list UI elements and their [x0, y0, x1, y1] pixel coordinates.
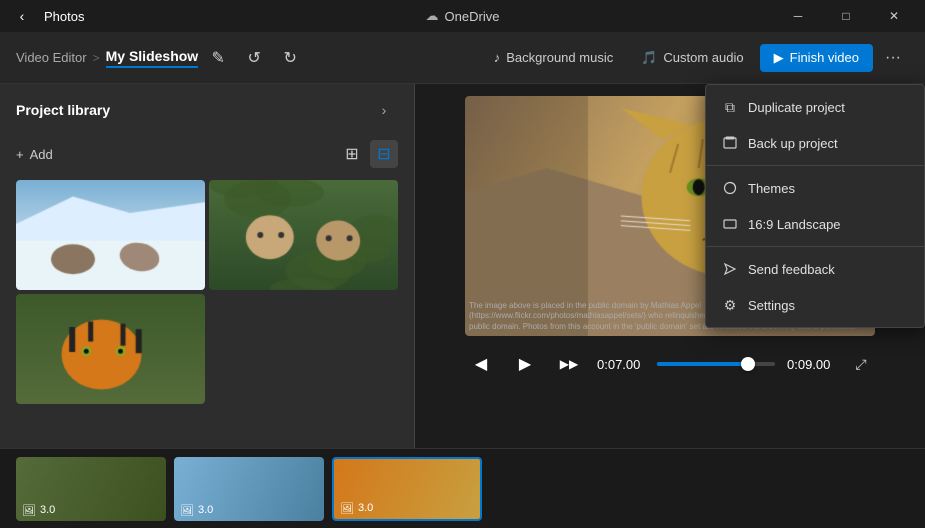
media-thumbnail[interactable]	[209, 180, 398, 290]
library-toolbar: + Add ⊞ ⊟	[0, 136, 414, 176]
rewind-button[interactable]: ◀	[465, 348, 497, 380]
menu-item-label: Duplicate project	[748, 100, 845, 115]
library-title: Project library	[16, 102, 110, 118]
finish-video-label: Finish video	[790, 50, 859, 65]
progress-fill	[657, 362, 748, 366]
clip-duration: 🖼 3.0	[22, 504, 55, 517]
large-grid-button[interactable]: ⊞	[338, 140, 366, 168]
clip-icon: 🖼	[340, 502, 354, 515]
breadcrumb-separator: >	[93, 51, 100, 65]
menu-item-settings[interactable]: ⚙ Settings	[706, 287, 924, 323]
edit-title-button[interactable]: ✎	[202, 42, 234, 74]
onedrive-label: OneDrive	[445, 9, 500, 24]
video-controls: ◀ ▶ ▶▶ 0:07.00 0:09.00 ⤢	[465, 348, 875, 380]
backup-icon	[722, 135, 738, 151]
onedrive-icon: ☁	[426, 8, 439, 24]
redo-button[interactable]: ↻	[274, 42, 306, 74]
menu-divider	[706, 246, 924, 247]
menu-divider	[706, 165, 924, 166]
settings-icon: ⚙	[722, 297, 738, 313]
breadcrumb-current: My Slideshow	[106, 48, 199, 68]
toolbar-right: ♪ Background music 🎵 Custom audio ▶ Fini…	[482, 42, 909, 74]
title-bar-controls: ─ □ ✕	[775, 0, 917, 32]
timeline-clip[interactable]: 🖼 3.0	[332, 457, 482, 521]
more-options-button[interactable]: ···	[877, 42, 909, 74]
menu-item-duplicate[interactable]: ⧉ Duplicate project	[706, 89, 924, 125]
music-icon: ♪	[494, 50, 501, 65]
minimize-button[interactable]: ─	[775, 0, 821, 32]
progress-bar[interactable]	[657, 362, 775, 366]
library-grid	[0, 176, 414, 408]
timeline: 🖼 3.0 🖼 3.0 🖼 3.0	[0, 448, 925, 528]
current-time: 0:07.00	[597, 357, 645, 372]
audio-icon: 🎵	[641, 50, 657, 66]
title-bar-left: ‹ Photos	[8, 2, 84, 30]
duplicate-icon: ⧉	[722, 99, 738, 115]
view-toggle: ⊞ ⊟	[338, 140, 398, 168]
breadcrumb-parent[interactable]: Video Editor	[16, 50, 87, 65]
library-header: Project library ›	[0, 84, 414, 136]
add-media-button[interactable]: + Add	[16, 147, 53, 162]
collapse-panel-button[interactable]: ›	[370, 96, 398, 124]
add-icon: +	[16, 147, 24, 162]
menu-item-themes[interactable]: Themes	[706, 170, 924, 206]
fullscreen-button[interactable]: ⤢	[847, 350, 875, 378]
media-thumbnail[interactable]	[16, 180, 205, 290]
library-panel: Project library › + Add ⊞ ⊟	[0, 84, 415, 448]
play-button[interactable]: ▶	[509, 348, 541, 380]
landscape-icon	[722, 216, 738, 232]
clip-duration: 🖼 3.0	[340, 502, 373, 515]
close-button[interactable]: ✕	[871, 0, 917, 32]
custom-audio-label: Custom audio	[663, 50, 743, 65]
back-button[interactable]: ‹	[8, 2, 36, 30]
media-thumbnail[interactable]	[16, 294, 205, 404]
progress-thumb	[741, 357, 755, 371]
fast-forward-button[interactable]: ▶▶	[553, 348, 585, 380]
menu-item-backup[interactable]: Back up project	[706, 125, 924, 161]
undo-button[interactable]: ↺	[238, 42, 270, 74]
clip-duration: 🖼 3.0	[180, 504, 213, 517]
finish-icon: ▶	[774, 50, 784, 66]
toolbar-left: Video Editor > My Slideshow ✎ ↺ ↻	[16, 42, 482, 74]
timeline-clip[interactable]: 🖼 3.0	[16, 457, 166, 521]
context-menu: ⧉ Duplicate project Back up project Them…	[705, 84, 925, 328]
title-bar: ‹ Photos ☁ OneDrive ─ □ ✕	[0, 0, 925, 32]
title-bar-center: ☁ OneDrive	[426, 8, 500, 24]
finish-video-button[interactable]: ▶ Finish video	[760, 44, 873, 72]
feedback-icon	[722, 261, 738, 277]
menu-item-label: Send feedback	[748, 262, 835, 277]
maximize-button[interactable]: □	[823, 0, 869, 32]
menu-item-label: Themes	[748, 181, 795, 196]
menu-item-feedback[interactable]: Send feedback	[706, 251, 924, 287]
clip-icon: 🖼	[22, 504, 36, 517]
small-grid-button[interactable]: ⊟	[370, 140, 398, 168]
add-label: Add	[30, 147, 53, 162]
total-time: 0:09.00	[787, 357, 835, 372]
timeline-clip[interactable]: 🖼 3.0	[174, 457, 324, 521]
menu-item-label: Back up project	[748, 136, 838, 151]
background-music-label: Background music	[506, 50, 613, 65]
themes-icon	[722, 180, 738, 196]
app-title: Photos	[44, 9, 84, 24]
menu-item-landscape[interactable]: 16:9 Landscape	[706, 206, 924, 242]
breadcrumb: Video Editor > My Slideshow	[16, 48, 198, 68]
custom-audio-button[interactable]: 🎵 Custom audio	[629, 44, 755, 72]
toolbar: Video Editor > My Slideshow ✎ ↺ ↻ ♪ Back…	[0, 32, 925, 84]
menu-item-label: 16:9 Landscape	[748, 217, 841, 232]
clip-icon: 🖼	[180, 504, 194, 517]
menu-item-label: Settings	[748, 298, 795, 313]
background-music-button[interactable]: ♪ Background music	[482, 44, 625, 71]
